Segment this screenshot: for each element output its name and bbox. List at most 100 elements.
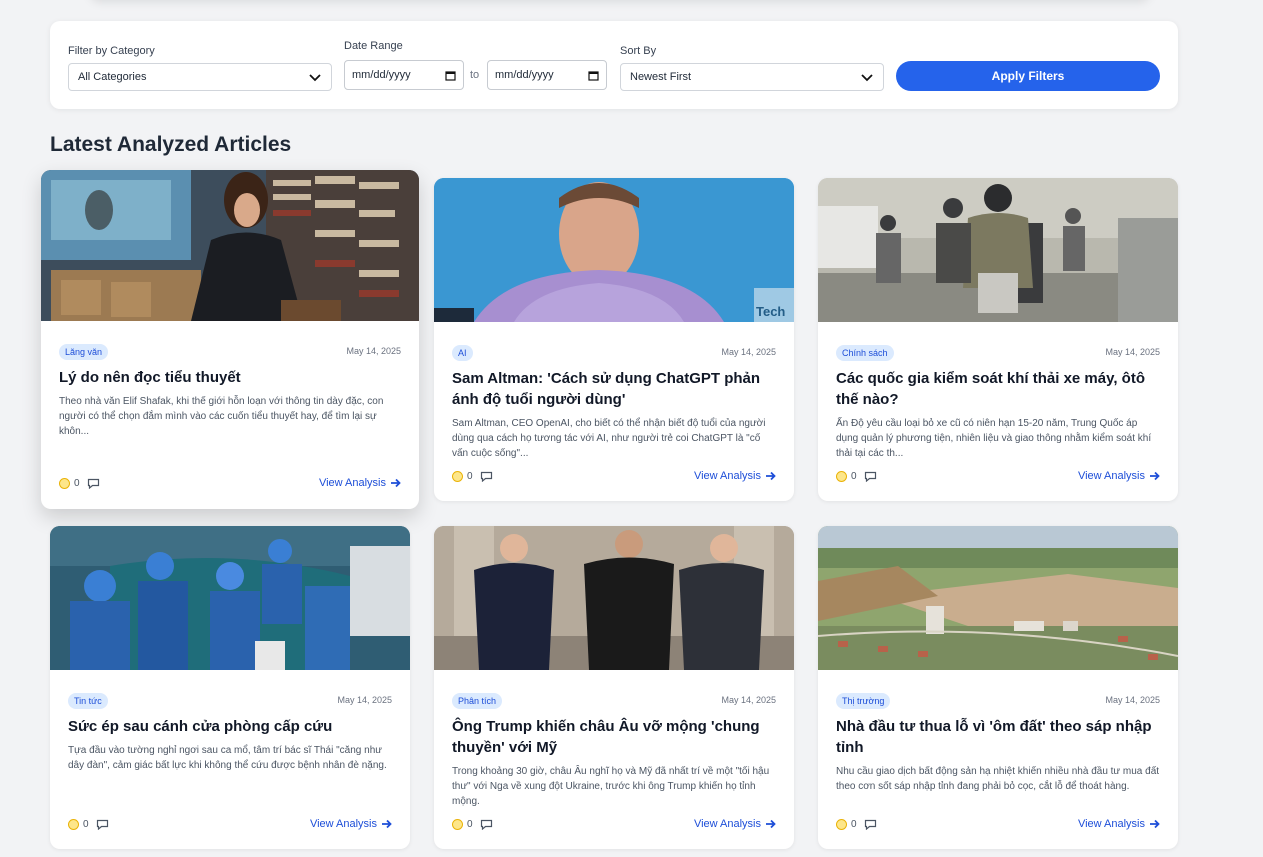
article-stats: 0 (452, 470, 493, 482)
reaction-count: 0 (83, 818, 89, 830)
category-badge[interactable]: Tin tức (68, 693, 108, 709)
article-title[interactable]: Sam Altman: 'Cách sử dụng ChatGPT phản á… (452, 368, 776, 410)
article-stats: 0 (59, 477, 100, 489)
apply-filters-button[interactable]: Apply Filters (896, 61, 1160, 91)
article-card[interactable]: Phân tích May 14, 2025 Ông Trump khiến c… (434, 526, 794, 849)
article-image[interactable] (434, 526, 794, 670)
article-footer: 0 View Analysis (836, 817, 1160, 831)
date-to-input[interactable]: mm/dd/yyyy (487, 60, 607, 90)
article-image[interactable]: Tech (434, 178, 794, 322)
calendar-icon[interactable] (445, 70, 456, 81)
sort-select-value: Newest First (630, 71, 692, 83)
article-excerpt: Theo nhà văn Elif Shafak, khi thế giới h… (59, 396, 384, 437)
section-title: Latest Analyzed Articles (50, 133, 292, 156)
article-card[interactable]: Lăng văn May 14, 2025 Lý do nên đọc tiểu… (41, 170, 419, 509)
article-title[interactable]: Ông Trump khiến châu Âu vỡ mộng 'chung t… (452, 716, 776, 758)
article-title[interactable]: Nhà đầu tư thua lỗ vì 'ôm đất' theo sáp … (836, 716, 1160, 758)
comment-icon (864, 819, 876, 830)
date-range-group: Date Range (344, 40, 403, 52)
article-date: May 14, 2025 (721, 347, 776, 357)
article-footer: 0 View Analysis (452, 469, 776, 483)
article-footer: 0 View Analysis (68, 817, 392, 831)
svg-text:Tech: Tech (756, 304, 785, 319)
article-date: May 14, 2025 (721, 695, 776, 705)
article-body: Lăng văn May 14, 2025 Lý do nên đọc tiểu… (59, 342, 401, 492)
comment-icon (87, 478, 99, 489)
category-badge[interactable]: Thị trường (836, 693, 891, 709)
article-card[interactable]: Chính sách May 14, 2025 Các quốc gia kiể… (818, 178, 1178, 501)
arrow-right-icon (766, 471, 776, 481)
article-card[interactable]: Tech AI May 14, 2025 Sam Altman: 'Cách s… (434, 178, 794, 501)
article-stats: 0 (836, 470, 877, 482)
article-excerpt: Sam Altman, CEO OpenAI, cho biết có thể … (452, 418, 766, 459)
view-analysis-link[interactable]: View Analysis (1078, 470, 1160, 482)
view-analysis-label: View Analysis (318, 477, 386, 489)
comment-icon (864, 471, 876, 482)
view-analysis-link[interactable]: View Analysis (319, 477, 401, 489)
category-select[interactable]: All Categories (68, 63, 332, 91)
reaction-count: 0 (467, 470, 473, 482)
view-analysis-label: View Analysis (1077, 818, 1145, 830)
article-title[interactable]: Sức ép sau cánh cửa phòng cấp cứu (68, 716, 392, 737)
article-image[interactable] (50, 526, 410, 670)
article-card[interactable]: Tin tức May 14, 2025 Sức ép sau cánh cửa… (50, 526, 410, 849)
article-date: May 14, 2025 (1105, 347, 1160, 357)
sort-select[interactable]: Newest First (620, 63, 884, 91)
article-image[interactable] (818, 526, 1178, 670)
reaction-count: 0 (74, 477, 80, 489)
article-stats: 0 (836, 818, 877, 830)
article-card[interactable]: Thị trường May 14, 2025 Nhà đầu tư thua … (818, 526, 1178, 849)
reaction-count: 0 (851, 818, 857, 830)
category-badge[interactable]: AI (452, 345, 473, 361)
sort-group: Sort By (620, 45, 656, 57)
reaction-count: 0 (851, 470, 857, 482)
view-analysis-link[interactable]: View Analysis (694, 470, 776, 482)
article-title[interactable]: Lý do nên đọc tiểu thuyết (59, 367, 401, 388)
sort-label: Sort By (620, 45, 657, 57)
comment-icon (480, 471, 492, 482)
date-from-input[interactable]: mm/dd/yyyy (344, 60, 464, 90)
comment-icon (96, 819, 108, 830)
view-analysis-label: View Analysis (693, 818, 761, 830)
smile-icon (836, 818, 847, 830)
article-title[interactable]: Các quốc gia kiểm soát khí thải xe máy, … (836, 368, 1160, 410)
category-badge[interactable]: Lăng văn (59, 344, 109, 360)
category-badge[interactable]: Chính sách (836, 345, 894, 361)
view-analysis-label: View Analysis (309, 818, 377, 830)
view-analysis-link[interactable]: View Analysis (310, 818, 392, 830)
date-from-placeholder: mm/dd/yyyy (352, 69, 411, 81)
comment-icon (480, 819, 492, 830)
article-excerpt: Tựa đầu vào tường nghỉ ngơi sau ca mổ, t… (68, 745, 387, 771)
article-image[interactable] (41, 170, 419, 321)
reaction-count: 0 (467, 818, 473, 830)
article-stats: 0 (68, 818, 109, 830)
chevron-down-icon (309, 74, 321, 82)
category-filter-label: Filter by Category (68, 45, 155, 57)
chevron-down-icon (861, 74, 873, 82)
filter-bar: Filter by Category All Categories Date R… (50, 21, 1178, 109)
article-image[interactable] (818, 178, 1178, 322)
arrow-right-icon (382, 819, 392, 829)
date-range-label: Date Range (344, 40, 403, 52)
arrow-right-icon (766, 819, 776, 829)
article-excerpt: Ấn Độ yêu cầu loại bỏ xe cũ có niên hạn … (836, 418, 1152, 459)
category-filter-group: Filter by Category (68, 45, 155, 57)
smile-icon (452, 470, 463, 482)
view-analysis-label: View Analysis (1077, 470, 1145, 482)
smile-icon (68, 818, 79, 830)
calendar-icon[interactable] (588, 70, 599, 81)
view-analysis-link[interactable]: View Analysis (1078, 818, 1160, 830)
article-footer: 0 View Analysis (836, 469, 1160, 483)
arrow-right-icon (1150, 471, 1160, 481)
date-to-word: to (470, 69, 480, 81)
category-select-value: All Categories (78, 71, 147, 83)
view-analysis-link[interactable]: View Analysis (694, 818, 776, 830)
arrow-right-icon (1150, 819, 1160, 829)
category-badge[interactable]: Phân tích (452, 693, 503, 709)
article-date: May 14, 2025 (337, 695, 392, 705)
smile-icon (59, 477, 70, 489)
arrow-right-icon (391, 478, 401, 488)
smile-icon (836, 470, 847, 482)
article-footer: 0 View Analysis (452, 817, 776, 831)
article-stats: 0 (452, 818, 493, 830)
